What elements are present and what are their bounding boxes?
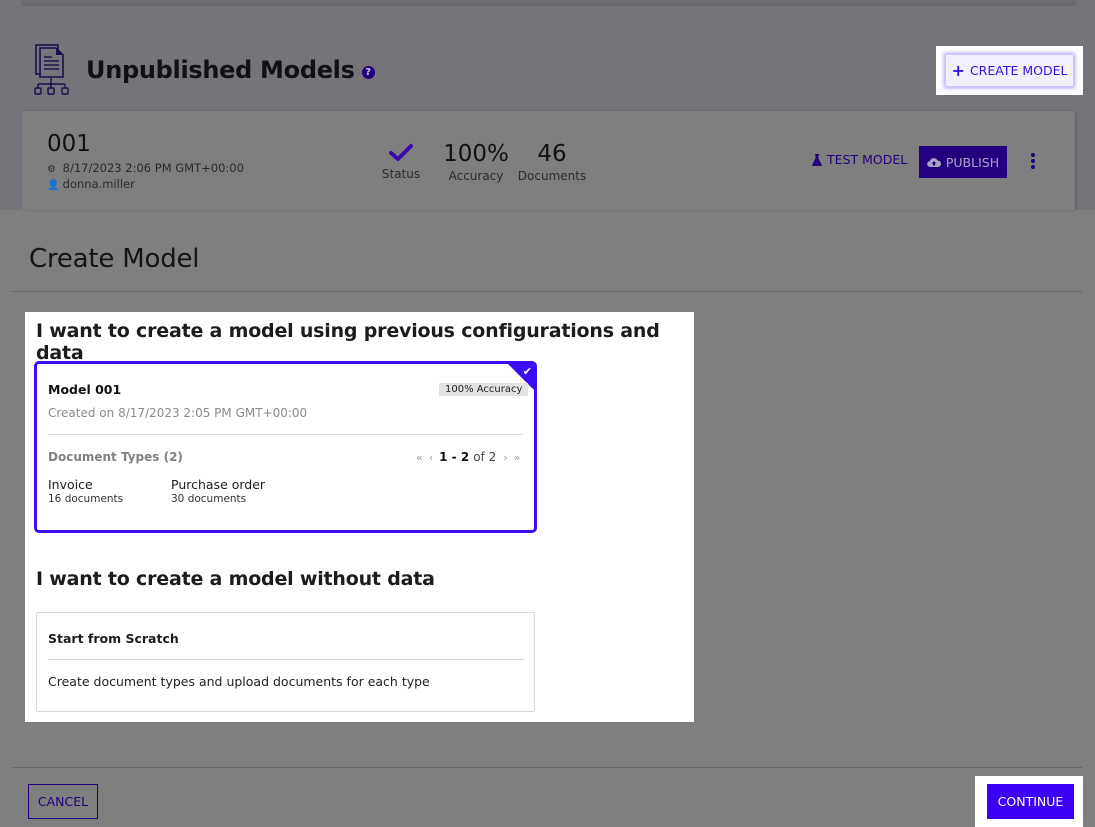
test-model-label: TEST MODEL	[827, 152, 908, 167]
card-divider	[48, 434, 523, 435]
model-id: 001	[47, 131, 91, 157]
page-range: 1 - 2	[439, 450, 470, 464]
gears-icon: ⚙	[47, 164, 56, 175]
document-type-name: Purchase order	[171, 477, 266, 492]
model-user: donna.miller	[62, 177, 135, 191]
help-icon[interactable]: ?	[361, 65, 375, 79]
status-stat: Status	[378, 141, 424, 181]
document-type-count: 30 documents	[171, 493, 247, 505]
without-data-heading: I want to create a model without data	[36, 568, 435, 590]
previous-model-title: Model 001	[48, 382, 122, 397]
scratch-description: Create document types and upload documen…	[48, 674, 430, 689]
model-meta: ⚙ 8/17/2023 2:06 PM GMT+00:00 👤 donna.mi…	[47, 161, 244, 193]
documents-label: Documents	[517, 169, 587, 183]
model-card: 001 ⚙ 8/17/2023 2:06 PM GMT+00:00 👤 donn…	[22, 111, 1075, 210]
accuracy-stat: 100% Accuracy	[440, 141, 512, 183]
create-model-highlight: + CREATE MODEL	[936, 46, 1083, 95]
publish-label: PUBLISH	[945, 154, 1000, 170]
next-page-icon[interactable]: ›	[503, 451, 507, 464]
prev-page-icon[interactable]: ‹	[429, 451, 433, 464]
model-options-panel: I want to create a model using previous …	[25, 312, 694, 722]
trained-timestamp: 8/17/2023 2:06 PM GMT+00:00	[62, 161, 244, 175]
scratch-title: Start from Scratch	[48, 631, 179, 646]
background-page: Unpublished Models ? + CREATE MODEL 001 …	[0, 0, 1095, 210]
last-page-icon[interactable]: »	[514, 451, 521, 464]
publish-button[interactable]: PUBLISH	[919, 146, 1007, 178]
documents-stat: 46 Documents	[517, 141, 587, 183]
create-model-button[interactable]: + CREATE MODEL	[945, 54, 1074, 87]
continue-highlight: CONTINUE	[975, 776, 1083, 827]
created-date: Created on 8/17/2023 2:05 PM GMT+00:00	[48, 406, 308, 420]
accuracy-badge: 100% Accuracy	[439, 383, 529, 396]
flask-icon	[812, 153, 822, 166]
document-type-name: Invoice	[48, 477, 93, 492]
status-label: Status	[381, 167, 421, 181]
model-document-icon	[34, 44, 69, 95]
selected-check-icon: ✔	[522, 365, 532, 378]
dialog-footer-divider	[12, 767, 1082, 768]
page-title: Unpublished Models	[86, 56, 355, 84]
accuracy-label: Accuracy	[448, 169, 504, 183]
check-icon	[389, 144, 413, 161]
document-types-pager: « ‹ 1 - 2 of 2 › »	[413, 450, 523, 464]
documents-value: 46	[537, 141, 567, 167]
previous-model-card[interactable]: ✔ Model 001 100% Accuracy Created on 8/1…	[34, 361, 537, 533]
document-type-count: 16 documents	[48, 493, 124, 505]
cancel-button[interactable]: CANCEL	[28, 784, 98, 819]
plus-icon: +	[951, 60, 965, 80]
start-from-scratch-card[interactable]: Start from Scratch Create document types…	[36, 612, 535, 712]
test-model-button[interactable]: TEST MODEL	[812, 152, 907, 167]
accuracy-value: 100%	[443, 141, 509, 167]
dialog-title: Create Model	[29, 244, 200, 274]
page-total: of 2	[473, 450, 497, 464]
document-types-label: Document Types (2)	[48, 450, 183, 464]
card-divider	[48, 659, 524, 660]
document-type-item: Invoice 16 documents	[48, 477, 123, 505]
first-page-icon[interactable]: «	[416, 451, 423, 464]
user-icon: 👤	[47, 180, 60, 191]
top-panel-edge	[22, 0, 1075, 4]
previous-config-heading: I want to create a model using previous …	[36, 320, 660, 364]
cloud-upload-icon	[927, 158, 941, 167]
continue-button[interactable]: CONTINUE	[987, 784, 1074, 819]
page-header: Unpublished Models ?	[33, 44, 375, 96]
more-options-icon[interactable]	[1028, 153, 1038, 169]
document-type-item: Purchase order 30 documents	[171, 477, 265, 505]
dialog-divider	[12, 291, 1082, 292]
create-model-label: CREATE MODEL	[969, 63, 1068, 78]
